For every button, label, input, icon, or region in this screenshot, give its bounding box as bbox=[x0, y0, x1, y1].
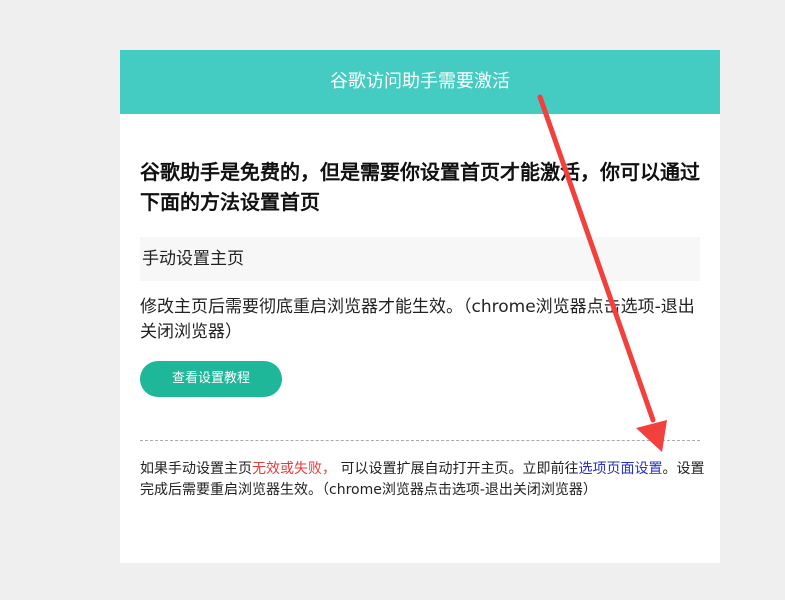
footer-note: 如果手动设置主页无效或失败， 可以设置扩展自动打开主页。立即前往选项页面设置。设… bbox=[140, 459, 705, 501]
manual-homepage-section: 手动设置主页 bbox=[140, 237, 700, 281]
header-title: 谷歌访问助手需要激活 bbox=[330, 71, 510, 92]
card-header: 谷歌访问助手需要激活 bbox=[120, 50, 720, 114]
footer-note-prefix: 如果手动设置主页 bbox=[140, 461, 252, 477]
failure-warning-text: 无效或失败， bbox=[252, 461, 336, 477]
activation-headline: 谷歌助手是免费的，但是需要你设置首页才能激活，你可以通过下面的方法设置首页 bbox=[140, 160, 700, 214]
footer-note-middle: 可以设置扩展自动打开主页。立即前往 bbox=[336, 461, 579, 477]
view-tutorial-button[interactable]: 查看设置教程 bbox=[140, 361, 282, 397]
restart-description: 修改主页后需要彻底重启浏览器才能生效。（chrome浏览器点击选项-退出关闭浏览… bbox=[140, 297, 695, 342]
manual-homepage-title: 手动设置主页 bbox=[142, 249, 244, 269]
dashed-divider bbox=[140, 440, 700, 441]
card-body: 谷歌助手是免费的，但是需要你设置首页才能激活，你可以通过下面的方法设置首页 手动… bbox=[120, 157, 720, 501]
activation-card: 谷歌访问助手需要激活 谷歌助手是免费的，但是需要你设置首页才能激活，你可以通过下… bbox=[120, 50, 720, 563]
options-page-link[interactable]: 选项页面设置 bbox=[578, 461, 662, 477]
